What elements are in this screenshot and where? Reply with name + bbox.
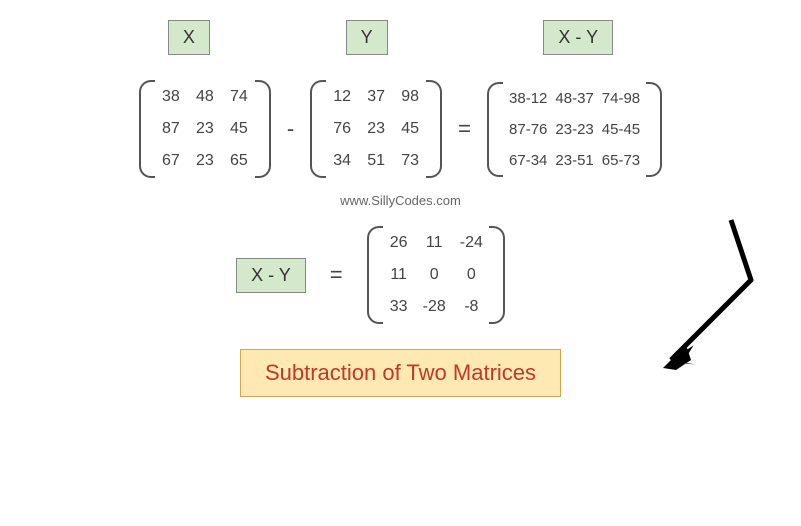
cell: 67 xyxy=(161,152,181,170)
matrix-x-grid: 38 48 74 87 23 45 67 23 65 xyxy=(161,88,249,170)
matrix-result-grid: 26 11 -24 11 0 0 33 -28 -8 xyxy=(389,234,483,316)
cell: 76 xyxy=(332,120,352,138)
matrix-labels-row: X Y X - Y xyxy=(20,20,781,55)
cell: 74-98 xyxy=(602,90,640,107)
cell: 12 xyxy=(332,88,352,106)
equals-operator: = xyxy=(452,116,477,142)
cell: 0 xyxy=(423,266,446,284)
cell: 33 xyxy=(389,298,409,316)
equals-operator-result: = xyxy=(324,262,349,288)
cell: 48-37 xyxy=(555,90,593,107)
cell: 11 xyxy=(389,266,409,284)
cell: 51 xyxy=(366,152,386,170)
label-x-minus-y-result: X - Y xyxy=(236,258,306,293)
cell: 23 xyxy=(366,120,386,138)
cell: -8 xyxy=(460,298,483,316)
cell: 26 xyxy=(389,234,409,252)
minus-operator: - xyxy=(281,116,300,142)
label-x-minus-y: X - Y xyxy=(543,20,613,55)
cell: 73 xyxy=(400,152,420,170)
arrow-icon xyxy=(641,210,761,380)
cell: 74 xyxy=(229,88,249,106)
cell: 65 xyxy=(229,152,249,170)
cell: 48 xyxy=(195,88,215,106)
cell: 38 xyxy=(161,88,181,106)
cell: 67-34 xyxy=(509,152,547,169)
matrix-x: 38 48 74 87 23 45 67 23 65 xyxy=(139,80,271,178)
label-x: X xyxy=(168,20,210,55)
label-y: Y xyxy=(346,20,388,55)
matrix-result: 26 11 -24 11 0 0 33 -28 -8 xyxy=(367,226,505,324)
cell: -28 xyxy=(423,298,446,316)
matrix-expression: 38-12 48-37 74-98 87-76 23-23 45-45 67-3… xyxy=(487,82,662,177)
website-url: www.SillyCodes.com xyxy=(20,193,781,208)
diagram-title: Subtraction of Two Matrices xyxy=(240,349,561,397)
cell: 45-45 xyxy=(602,121,640,138)
cell: 45 xyxy=(229,120,249,138)
cell: 87-76 xyxy=(509,121,547,138)
cell: 11 xyxy=(423,234,446,252)
matrix-y: 12 37 98 76 23 45 34 51 73 xyxy=(310,80,442,178)
cell: 23-23 xyxy=(555,121,593,138)
cell: 37 xyxy=(366,88,386,106)
cell: 87 xyxy=(161,120,181,138)
cell: 34 xyxy=(332,152,352,170)
cell: -24 xyxy=(460,234,483,252)
cell: 23 xyxy=(195,152,215,170)
equation-row: 38 48 74 87 23 45 67 23 65 - 12 37 98 76… xyxy=(20,80,781,178)
cell: 23-51 xyxy=(555,152,593,169)
cell: 38-12 xyxy=(509,90,547,107)
cell: 45 xyxy=(400,120,420,138)
matrix-expression-grid: 38-12 48-37 74-98 87-76 23-23 45-45 67-3… xyxy=(509,90,640,169)
cell: 65-73 xyxy=(602,152,640,169)
cell: 23 xyxy=(195,120,215,138)
cell: 98 xyxy=(400,88,420,106)
cell: 0 xyxy=(460,266,483,284)
matrix-y-grid: 12 37 98 76 23 45 34 51 73 xyxy=(332,88,420,170)
